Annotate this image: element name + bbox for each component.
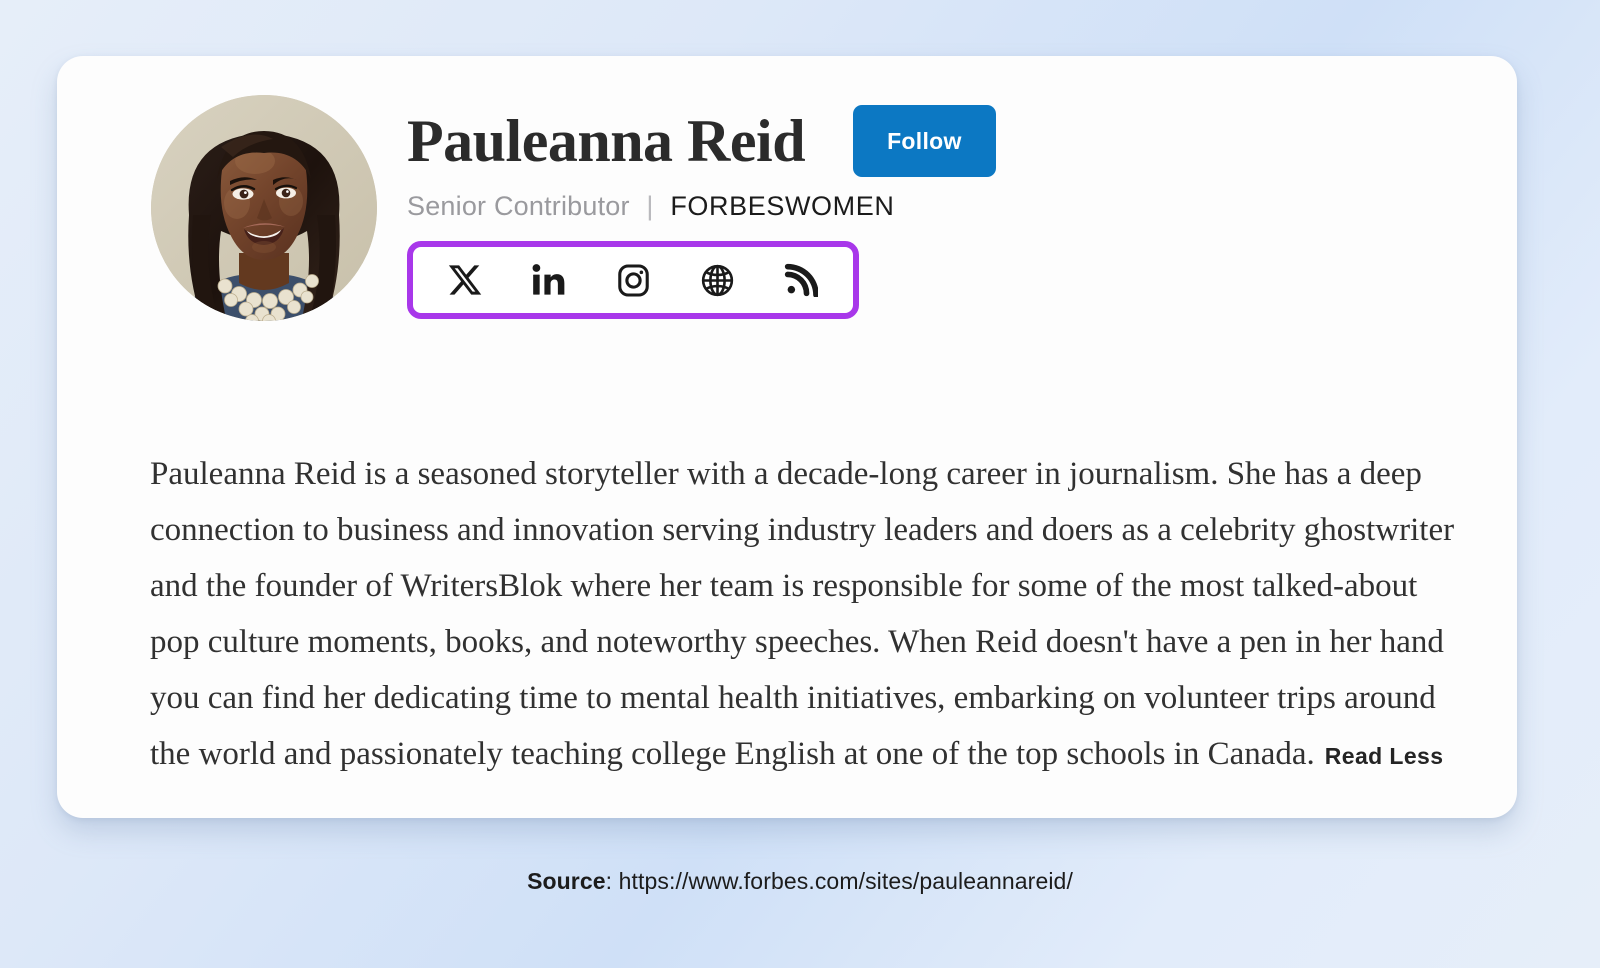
contributor-bio: Pauleanna Reid is a seasoned storyteller… (150, 446, 1470, 784)
social-links-highlight-box (407, 241, 859, 319)
read-less-toggle[interactable]: Read Less (1325, 743, 1444, 769)
name-row: Pauleanna Reid Follow (407, 105, 996, 177)
globe-icon[interactable] (693, 256, 741, 304)
source-url: https://www.forbes.com/sites/pauleannare… (618, 868, 1073, 894)
byline: Senior Contributor | FORBESWOMEN (407, 189, 996, 223)
contributor-profile-card: Pauleanna Reid Follow Senior Contributor… (57, 56, 1517, 818)
profile-header: Pauleanna Reid Follow Senior Contributor… (57, 56, 1517, 321)
section-name: FORBESWOMEN (670, 191, 895, 221)
linkedin-icon[interactable] (525, 256, 573, 304)
source-caption: Source: https://www.forbes.com/sites/pau… (0, 868, 1600, 895)
avatar (151, 95, 377, 321)
source-separator: : (605, 868, 619, 894)
follow-button[interactable]: Follow (853, 105, 996, 177)
profile-header-text: Pauleanna Reid Follow Senior Contributor… (407, 95, 996, 319)
contributor-role: Senior Contributor (407, 191, 630, 221)
page-title: Pauleanna Reid (407, 108, 806, 174)
rss-icon[interactable] (777, 256, 825, 304)
x-twitter-icon[interactable] (441, 256, 489, 304)
source-label: Source (527, 868, 606, 894)
bio-text: Pauleanna Reid is a seasoned storyteller… (150, 456, 1455, 772)
instagram-icon[interactable] (609, 256, 657, 304)
byline-separator: | (646, 191, 654, 221)
